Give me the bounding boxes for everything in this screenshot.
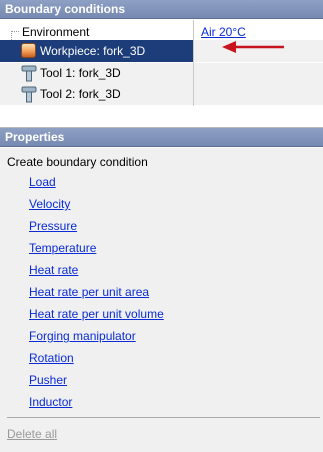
environment-value-link[interactable]: Air 20°C xyxy=(201,25,246,39)
tree-item-environment[interactable]: Environment xyxy=(0,21,193,42)
heat-rate-per-unit-area-link[interactable]: Heat rate per unit area xyxy=(29,285,149,299)
delete-all-link[interactable]: Delete all xyxy=(7,427,57,441)
load-link[interactable]: Load xyxy=(29,175,56,189)
inductor-link[interactable]: Inductor xyxy=(29,395,72,409)
properties-title: Create boundary condition xyxy=(7,155,148,169)
tool-icon xyxy=(21,86,37,103)
properties-body: Create boundary condition Load Velocity … xyxy=(0,148,323,452)
pusher-link[interactable]: Pusher xyxy=(29,373,67,387)
tree-item-label: Tool 1: fork_3D xyxy=(40,66,121,80)
rotation-link[interactable]: Rotation xyxy=(29,351,74,365)
tool-icon xyxy=(21,65,37,82)
boundary-conditions-tree: Environment Workpiece: fork_3D Tool 1: f… xyxy=(0,20,194,106)
separator xyxy=(7,417,320,418)
tree-item-workpiece[interactable]: Workpiece: fork_3D xyxy=(0,40,193,62)
temperature-link[interactable]: Temperature xyxy=(29,241,96,255)
boundary-conditions-values: Air 20°C xyxy=(194,20,323,106)
boundary-condition-type-list: Load Velocity Pressure Temperature Heat … xyxy=(29,175,164,417)
velocity-link[interactable]: Velocity xyxy=(29,197,70,211)
value-cell-tool-2 xyxy=(194,84,323,105)
tree-item-tool-2[interactable]: Tool 2: fork_3D xyxy=(0,84,193,105)
boundary-conditions-header: Boundary conditions xyxy=(0,0,323,19)
properties-header: Properties xyxy=(0,128,323,147)
heat-rate-per-unit-volume-link[interactable]: Heat rate per unit volume xyxy=(29,307,164,321)
tree-item-label: Tool 2: fork_3D xyxy=(40,87,121,101)
tree-item-label: Environment xyxy=(22,25,90,39)
heat-rate-link[interactable]: Heat rate xyxy=(29,263,78,277)
value-cell-environment: Air 20°C xyxy=(194,21,323,42)
value-cell-tool-1 xyxy=(194,63,323,84)
tree-item-tool-1[interactable]: Tool 1: fork_3D xyxy=(0,63,193,84)
pressure-link[interactable]: Pressure xyxy=(29,219,77,233)
workpiece-icon xyxy=(21,43,36,58)
tree-item-label: Workpiece: fork_3D xyxy=(40,44,146,58)
red-arrow-icon xyxy=(222,41,284,53)
forging-manipulator-link[interactable]: Forging manipulator xyxy=(29,329,136,343)
